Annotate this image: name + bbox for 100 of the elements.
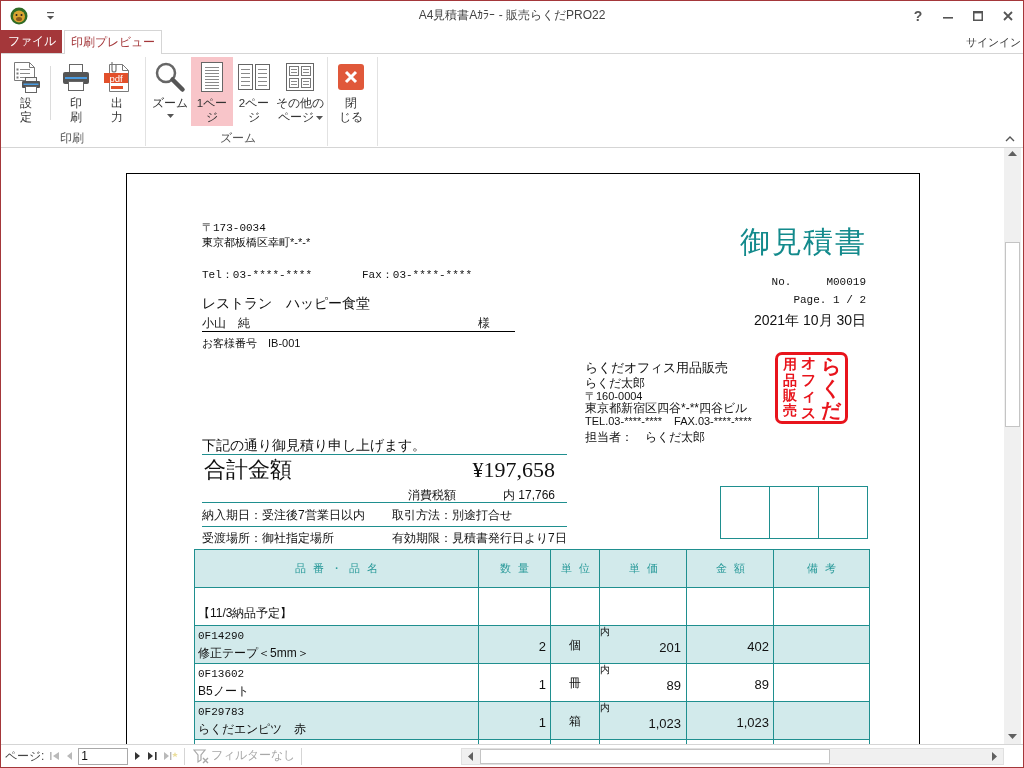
- tax-included-mark: 内: [600, 702, 610, 713]
- quantity: 1: [538, 714, 546, 730]
- customer-company: レストラン ハッピー食堂: [202, 295, 370, 311]
- scroll-up-icon[interactable]: [1008, 151, 1017, 156]
- group-label: 【11/3納品予定】: [198, 606, 293, 620]
- approval-box: [720, 486, 770, 539]
- term-text: 受渡場所：御社指定場所: [202, 531, 334, 545]
- filter-icon: [193, 748, 210, 764]
- tax-amount: 内 17,766: [502, 488, 555, 502]
- customize-dropdown-icon[interactable]: [46, 11, 55, 20]
- column-header: 数量: [499, 561, 536, 574]
- number-label: No.: [771, 275, 792, 289]
- item-code: 0F14290: [198, 629, 245, 643]
- quote-number: M00019: [826, 275, 866, 289]
- customer-contact: 小山 純: [202, 315, 250, 331]
- page-setup-button[interactable]: 設 定: [7, 57, 45, 126]
- seal-text: 用品販売: [782, 357, 797, 419]
- vertical-scrollbar[interactable]: [1004, 148, 1021, 744]
- next-page-icon[interactable]: [134, 751, 142, 761]
- unit: 箱: [569, 714, 581, 729]
- maximize-icon[interactable]: [973, 10, 983, 21]
- postal-code: 〒173-0034: [202, 222, 266, 234]
- item-code: 0F13602: [198, 667, 245, 681]
- column-header: 品番・品名: [294, 561, 385, 574]
- close-icon: [338, 63, 364, 90]
- term-text: 取引方法：別途打合せ: [392, 508, 512, 522]
- issuer-postal-code: 〒160-0004: [585, 390, 643, 402]
- term-text: 有効期限：見積書発行日より7日: [392, 531, 567, 545]
- column-header: 単位: [559, 561, 597, 574]
- amount: 402: [747, 639, 769, 654]
- one-page-button[interactable]: 1ペー ジ: [191, 57, 233, 126]
- issuer-fax: FAX.03-****-****: [674, 415, 752, 427]
- help-button[interactable]: ?: [903, 1, 933, 30]
- document-title: 御見積書: [740, 225, 866, 258]
- unit-price: 89: [666, 678, 681, 694]
- single-page-icon: [200, 60, 224, 93]
- unit-price: 1,023: [648, 716, 681, 732]
- window-title: A4見積書Aｶﾗｰ - 販売らくだPRO22: [418, 8, 606, 23]
- ribbon-tab[interactable]: 印刷プレビュー: [64, 30, 162, 54]
- scrollbar-thumb[interactable]: [1005, 242, 1020, 427]
- column-header: 金額: [714, 561, 752, 574]
- issuer-phone: TEL.03-****-****: [585, 415, 663, 427]
- issuer-company: らくだオフィス用品販売: [585, 360, 728, 376]
- four-pages-icon: [285, 61, 315, 92]
- app-logo-icon: [10, 6, 28, 25]
- output-button[interactable]: pdf 出 力: [97, 57, 137, 126]
- issue-date: 2021年 10月 30日: [753, 312, 866, 328]
- seal-text: オフィス: [801, 355, 816, 421]
- seal-text: らくだ: [820, 355, 841, 421]
- issuer-person: らくだ太郎: [585, 376, 645, 390]
- amount: 89: [754, 677, 769, 692]
- item-name: らくだエンピツ 赤: [198, 721, 306, 737]
- column-header: 単価: [627, 561, 665, 574]
- customer-number: お客様番号 IB-001: [202, 337, 301, 349]
- sign-in-link[interactable]: サインイン: [966, 36, 1021, 50]
- customer-address: 東京都板橋区幸町*-*-*: [202, 236, 311, 248]
- quantity: 1: [538, 676, 546, 692]
- item-code: 0F29783: [198, 705, 245, 719]
- tax-included-mark: 内: [600, 626, 610, 637]
- collapse-ribbon-icon[interactable]: [1005, 136, 1015, 142]
- horizontal-scrollbar[interactable]: [461, 747, 1004, 765]
- column-header: 備考: [806, 561, 843, 574]
- term-text: 納入期日：受注後7営業日以内: [202, 508, 365, 522]
- issuer-address: 東京都新宿区四谷*-**四谷ビル: [585, 402, 747, 415]
- file-tab[interactable]: ファイル: [1, 30, 62, 53]
- close-icon[interactable]: [1003, 10, 1013, 21]
- approval-box: [769, 486, 819, 539]
- zoom-button[interactable]: ズーム: [150, 57, 190, 126]
- two-pages-icon: [237, 62, 271, 91]
- amount: 1,023: [736, 715, 769, 730]
- tax-included-mark: 内: [600, 664, 610, 675]
- unit: 個: [569, 638, 581, 653]
- greeting-text: 下記の通り御見積り申し上げます。: [202, 437, 426, 453]
- group-label: 印刷: [59, 131, 85, 146]
- scroll-down-icon[interactable]: [1008, 734, 1017, 739]
- page-number: Page. 1 / 2: [793, 294, 866, 306]
- customer-fax: Fax：03-****-****: [362, 268, 473, 282]
- group-label: ズーム: [218, 131, 257, 146]
- page-number-field[interactable]: 1: [78, 747, 129, 765]
- item-name: B5ノート: [198, 683, 249, 699]
- approval-box: [818, 486, 868, 539]
- close-preview-button[interactable]: 閉 じる: [333, 57, 369, 126]
- item-name: 修正テープ＜5mm＞: [198, 645, 309, 661]
- quantity: 2: [538, 638, 546, 654]
- last-page-icon[interactable]: [147, 751, 158, 761]
- printer-icon: [61, 61, 91, 92]
- tax-label: 消費税額: [408, 488, 456, 502]
- page-label: ページ:: [5, 749, 45, 763]
- unit: 冊: [569, 676, 581, 691]
- staff-name: 担当者： らくだ太郎: [585, 429, 705, 445]
- more-pages-button[interactable]: その他の ページ: [275, 57, 325, 126]
- search-icon: [154, 60, 186, 93]
- unit-price: 201: [659, 640, 681, 656]
- customer-phone: Tel：03-****-****: [202, 268, 313, 282]
- honorific: 様: [478, 315, 490, 331]
- total-label: 合計金額: [203, 457, 292, 483]
- two-pages-button[interactable]: 2ペー ジ: [234, 57, 274, 126]
- scrollbar-thumb[interactable]: [480, 748, 830, 764]
- print-button[interactable]: 印 刷: [56, 57, 96, 126]
- document-printer-icon: [11, 60, 41, 93]
